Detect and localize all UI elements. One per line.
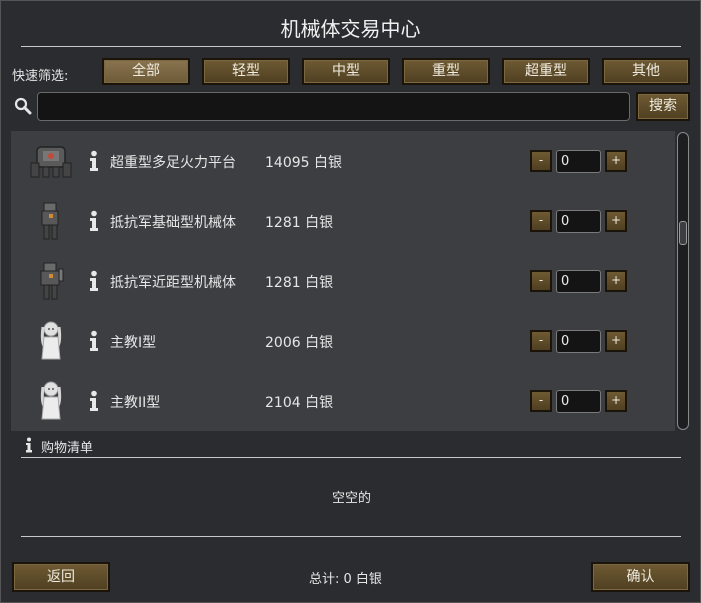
info-icon[interactable] (24, 437, 34, 453)
info-icon[interactable] (87, 270, 101, 292)
item-name: 抵抗军基础型机械体 (110, 215, 236, 231)
quantity-field[interactable]: 0 (556, 210, 601, 233)
filter-label: 快速筛选: (12, 69, 69, 84)
increase-button[interactable]: + (605, 210, 627, 232)
back-button[interactable]: 返回 (12, 562, 110, 592)
filter-superheavy-button[interactable]: 超重型 (502, 58, 590, 85)
resistance-melee-mech-icon (40, 262, 64, 300)
item-name: 主教II型 (110, 395, 161, 411)
decrease-button[interactable]: - (530, 330, 552, 352)
filter-all-button[interactable]: 全部 (102, 58, 190, 85)
list-item: 抵抗军基础型机械体 1281 白银 - 0 + (11, 191, 675, 251)
item-price: 1281 白银 (265, 215, 334, 231)
bishop-mech-icon (40, 321, 62, 360)
item-name: 主教I型 (110, 335, 157, 351)
decrease-button[interactable]: - (530, 150, 552, 172)
title-divider (21, 46, 681, 47)
search-input[interactable] (37, 92, 630, 121)
filter-heavy-button[interactable]: 重型 (402, 58, 490, 85)
decrease-button[interactable]: - (530, 390, 552, 412)
list-item: 主教I型 2006 白银 - 0 + (11, 311, 675, 371)
mech-list: 超重型多足火力平台 14095 白银 - 0 + 抵抗军基础型机械体 1281 … (11, 131, 675, 431)
item-price: 2006 白银 (265, 335, 334, 351)
heavy-mech-icon (30, 146, 72, 178)
scrollbar-thumb[interactable] (679, 221, 687, 245)
info-icon[interactable] (87, 390, 101, 412)
quantity-field[interactable]: 0 (556, 330, 601, 353)
window-title: 机械体交易中心 (280, 17, 421, 41)
cart-empty-text: 空空的 (331, 491, 371, 506)
filter-light-button[interactable]: 轻型 (202, 58, 290, 85)
item-price: 14095 白银 (265, 155, 342, 171)
decrease-button[interactable]: - (530, 210, 552, 232)
resistance-mech-icon (41, 202, 59, 240)
info-icon[interactable] (87, 150, 101, 172)
list-item: 主教II型 2104 白银 - 0 + (11, 371, 675, 431)
trade-window: 机械体交易中心 快速筛选: 全部 轻型 中型 重型 超重型 其他 搜索 超重型多… (0, 0, 701, 603)
cart-title: 购物清单 (41, 441, 94, 456)
quantity-field[interactable]: 0 (556, 270, 601, 293)
search-icon (14, 97, 32, 115)
search-button[interactable]: 搜索 (636, 92, 690, 121)
item-price: 1281 白银 (265, 275, 334, 291)
total-label: 总计: 0 白银 (309, 572, 382, 587)
filter-other-button[interactable]: 其他 (602, 58, 690, 85)
cart-divider-bottom (21, 536, 681, 537)
cart-divider-top (21, 457, 681, 458)
item-price: 2104 白银 (265, 395, 334, 411)
filter-medium-button[interactable]: 中型 (302, 58, 390, 85)
increase-button[interactable]: + (605, 330, 627, 352)
increase-button[interactable]: + (605, 390, 627, 412)
confirm-button[interactable]: 确认 (591, 562, 690, 592)
list-item: 超重型多足火力平台 14095 白银 - 0 + (11, 131, 675, 191)
decrease-button[interactable]: - (530, 270, 552, 292)
item-name: 抵抗军近距型机械体 (110, 275, 236, 291)
quantity-field[interactable]: 0 (556, 150, 601, 173)
list-scrollbar[interactable] (677, 132, 689, 430)
list-item: 抵抗军近距型机械体 1281 白银 - 0 + (11, 251, 675, 311)
bishop-mech-icon (40, 381, 62, 420)
quantity-field[interactable]: 0 (556, 390, 601, 413)
increase-button[interactable]: + (605, 270, 627, 292)
info-icon[interactable] (87, 210, 101, 232)
item-name: 超重型多足火力平台 (110, 155, 236, 171)
increase-button[interactable]: + (605, 150, 627, 172)
info-icon[interactable] (87, 330, 101, 352)
